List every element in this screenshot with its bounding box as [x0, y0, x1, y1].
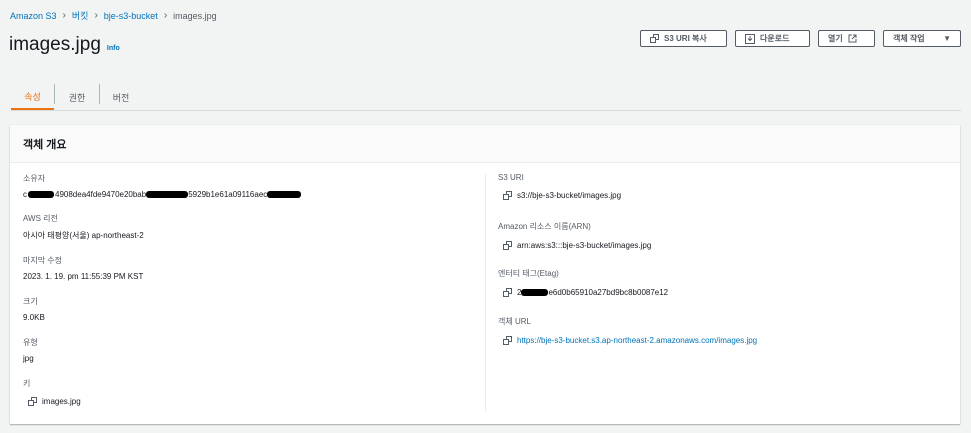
copy-icon — [650, 34, 659, 43]
size-value: 9.0KB — [23, 313, 45, 322]
copy-icon[interactable] — [503, 241, 512, 250]
type-field: 유형 jpg — [23, 337, 38, 363]
chevron-right-icon: › — [163, 10, 168, 21]
key-label: 키 — [23, 379, 31, 388]
redaction-mark — [267, 191, 302, 198]
info-link[interactable]: Info — [107, 45, 120, 52]
external-link-icon — [848, 34, 857, 43]
object-url-label: 객체 URL — [498, 317, 531, 326]
copy-s3-uri-button[interactable]: S3 URI 복사 — [640, 30, 727, 47]
s3-uri-label: S3 URI — [498, 173, 524, 182]
tab-bar: 속성 권한 버전 — [11, 84, 961, 111]
tab-versions[interactable]: 버전 — [100, 84, 142, 110]
copy-icon[interactable] — [503, 191, 512, 200]
panel-title: 객체 개요 — [10, 125, 960, 163]
last-modified-label: 마지막 수정 — [23, 256, 63, 265]
breadcrumb: Amazon S3 › 버킷 › bje-s3-bucket › images.… — [10, 9, 217, 22]
object-url-field: 객체 URL https://bje-s3-bucket.s3.ap-north… — [498, 316, 757, 345]
page-header: images.jpg Info — [9, 34, 120, 56]
breadcrumb-buckets[interactable]: 버킷 — [72, 9, 89, 22]
object-url-value: https://bje-s3-bucket.s3.ap-northeast-2.… — [503, 336, 757, 345]
object-actions-button[interactable]: 객체 작업 ▼ — [883, 30, 961, 47]
type-label: 유형 — [23, 338, 38, 347]
caret-down-icon: ▼ — [943, 34, 951, 43]
etag-value: 2 e6d0b65910a27bd9bc8b0087e12 — [503, 288, 668, 297]
etag-field: 엔터티 태그(Etag) 2 e6d0b65910a27bd9bc8b0087e… — [498, 268, 668, 297]
region-label: AWS 리전 — [23, 214, 58, 223]
key-value: images.jpg — [28, 397, 81, 406]
owner-field: 소유자 c 4908dea4fde9470e20bab 5929b1e61a09… — [23, 173, 302, 199]
object-overview-panel: 객체 개요 소유자 c 4908dea4fde9470e20bab 5929b1… — [10, 125, 960, 424]
arn-value: arn:aws:s3:::bje-s3-bucket/images.jpg — [503, 241, 651, 250]
breadcrumb-amazon-s3[interactable]: Amazon S3 — [10, 11, 57, 21]
copy-icon[interactable] — [28, 397, 37, 406]
download-button[interactable]: 다운로드 — [735, 30, 810, 47]
etag-label: 엔터티 태그(Etag) — [498, 269, 559, 278]
column-divider — [485, 174, 486, 412]
last-modified-value: 2023. 1. 19. pm 11:55:39 PM KST — [23, 272, 144, 281]
copy-icon[interactable] — [503, 336, 512, 345]
open-button[interactable]: 열기 — [818, 30, 875, 47]
size-field: 크기 9.0KB — [23, 296, 45, 322]
breadcrumb-object: images.jpg — [173, 10, 217, 21]
copy-icon[interactable] — [503, 288, 512, 297]
redaction-mark — [146, 191, 189, 198]
owner-value: c 4908dea4fde9470e20bab 5929b1e61a09116a… — [23, 190, 302, 199]
download-icon — [745, 33, 755, 44]
key-field: 키 images.jpg — [23, 378, 81, 406]
arn-field: Amazon 리소스 이름(ARN) arn:aws:s3:::bje-s3-b… — [498, 221, 651, 250]
s3-uri-value: s3://bje-s3-bucket/images.jpg — [503, 191, 621, 200]
page-title: images.jpg — [9, 34, 101, 55]
type-value: jpg — [23, 354, 34, 363]
redaction-mark — [28, 191, 54, 198]
breadcrumb-bucket[interactable]: bje-s3-bucket — [104, 11, 158, 21]
redaction-mark — [521, 289, 549, 296]
region-field: AWS 리전 아시아 태평양(서울) ap-northeast-2 — [23, 213, 144, 241]
arn-label: Amazon 리소스 이름(ARN) — [498, 222, 591, 231]
s3-uri-field: S3 URI s3://bje-s3-bucket/images.jpg — [498, 173, 621, 200]
header-actions: S3 URI 복사 다운로드 열기 객체 작업 ▼ — [640, 30, 961, 47]
tab-permissions[interactable]: 권한 — [55, 84, 99, 110]
tab-properties[interactable]: 속성 — [11, 84, 54, 110]
chevron-right-icon: › — [62, 10, 66, 21]
size-label: 크기 — [23, 297, 38, 306]
region-value: 아시아 태평양(서울) ap-northeast-2 — [23, 231, 144, 240]
last-modified-field: 마지막 수정 2023. 1. 19. pm 11:55:39 PM KST — [23, 255, 143, 281]
chevron-right-icon: › — [94, 10, 98, 21]
owner-label: 소유자 — [23, 174, 46, 183]
object-url-link[interactable]: https://bje-s3-bucket.s3.ap-northeast-2.… — [517, 336, 757, 345]
